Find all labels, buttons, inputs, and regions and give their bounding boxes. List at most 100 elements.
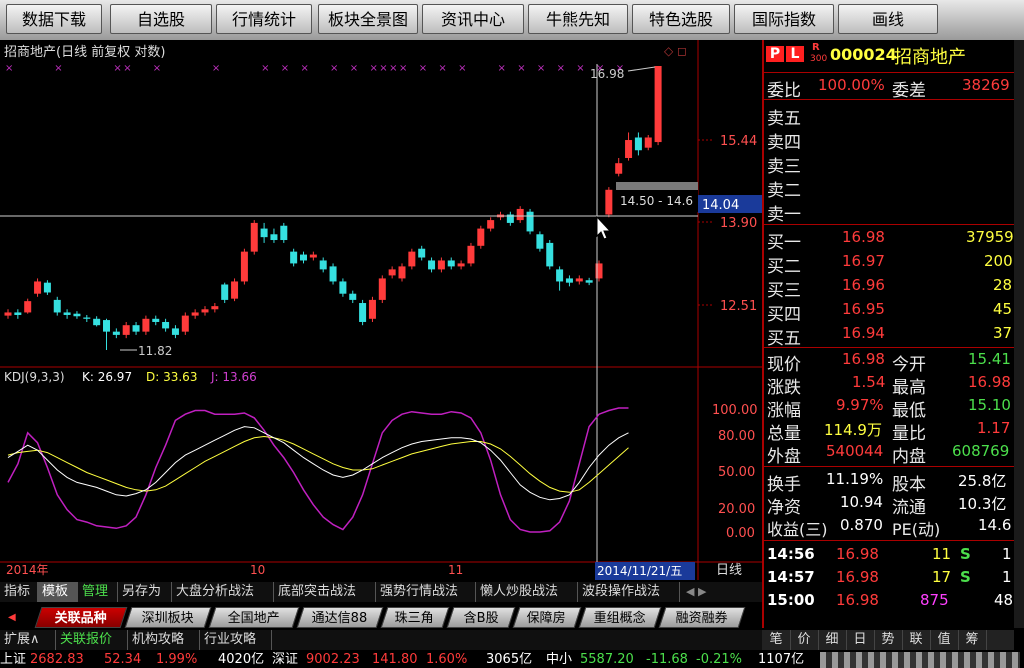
- event-marker-icon[interactable]: ×: [389, 63, 397, 74]
- candle-body[interactable]: [615, 163, 623, 174]
- tab-pearl-river-delta[interactable]: 珠三角: [380, 607, 450, 628]
- event-marker-icon[interactable]: ×: [438, 63, 446, 74]
- event-marker-icon[interactable]: ×: [576, 63, 584, 74]
- data-download-button[interactable]: 数据下载: [6, 4, 102, 34]
- candle-body[interactable]: [428, 260, 436, 270]
- tab-market-analysis[interactable]: 大盘分析战法: [172, 582, 274, 602]
- candle-body[interactable]: [477, 228, 485, 246]
- bull-bear-button[interactable]: 牛熊先知: [528, 4, 628, 34]
- candle-body[interactable]: [4, 312, 12, 316]
- candle-body[interactable]: [447, 260, 455, 267]
- tab-tdx88[interactable]: 通达信88: [296, 607, 384, 628]
- bid-level-5[interactable]: 买五 16.94 37: [764, 323, 1014, 349]
- candle-body[interactable]: [181, 315, 189, 332]
- tab-restructuring[interactable]: 重组概念: [578, 607, 662, 628]
- candle-body[interactable]: [359, 303, 367, 322]
- candle-body[interactable]: [270, 234, 278, 241]
- event-marker-icon[interactable]: ×: [153, 63, 161, 74]
- tab-detail[interactable]: 细: [818, 630, 847, 650]
- candle-body[interactable]: [211, 306, 219, 310]
- candle-body[interactable]: [487, 220, 495, 229]
- bid-level-1[interactable]: 买一 16.98 37959: [764, 227, 1014, 253]
- event-marker-icon[interactable]: ×: [419, 63, 427, 74]
- chart-area[interactable]: 招商地产(日线 前复权 对数) ◇ ◻ 15.44 13.90 12.51 × ×…: [0, 40, 762, 598]
- event-marker-icon[interactable]: ×: [537, 63, 545, 74]
- event-marker-icon[interactable]: ×: [261, 63, 269, 74]
- draw-line-button[interactable]: 画线: [838, 4, 938, 34]
- candle-body[interactable]: [546, 242, 554, 267]
- candle-body[interactable]: [378, 278, 386, 300]
- candle-body[interactable]: [329, 266, 337, 282]
- candle-body[interactable]: [339, 281, 347, 294]
- candle-body[interactable]: [171, 328, 179, 335]
- candle-body[interactable]: [122, 325, 130, 335]
- event-marker-icon[interactable]: ×: [498, 63, 506, 74]
- candle-body[interactable]: [408, 251, 416, 267]
- candle-body[interactable]: [280, 225, 288, 241]
- candle-body[interactable]: [152, 318, 160, 322]
- candle-body[interactable]: [221, 284, 229, 300]
- intl-index-button[interactable]: 国际指数: [734, 4, 834, 34]
- tab-save-as[interactable]: 另存为: [118, 582, 172, 602]
- bid-level-3[interactable]: 买三 16.96 28: [764, 275, 1014, 301]
- candle-body[interactable]: [457, 263, 465, 267]
- tabs-scroll-arrows[interactable]: ◀ ▶: [686, 585, 706, 598]
- candle-body[interactable]: [240, 251, 248, 282]
- candle-body[interactable]: [132, 325, 140, 332]
- tab-linked[interactable]: 联: [902, 630, 931, 650]
- sector-panorama-button[interactable]: 板块全景图: [318, 4, 418, 34]
- bid-level-2[interactable]: 买二 16.97 200: [764, 251, 1014, 277]
- tab-trend[interactable]: 势: [874, 630, 903, 650]
- candle-body[interactable]: [112, 331, 120, 335]
- event-marker-icon[interactable]: ×: [330, 63, 338, 74]
- candle-body[interactable]: [654, 66, 662, 143]
- candle-body[interactable]: [142, 318, 150, 332]
- event-marker-icon[interactable]: ×: [379, 63, 387, 74]
- tab-value[interactable]: 值: [930, 630, 959, 650]
- tab-ticks[interactable]: 笔: [762, 630, 791, 650]
- candle-body[interactable]: [585, 280, 593, 283]
- candle-body[interactable]: [300, 254, 307, 261]
- candle-body[interactable]: [43, 282, 51, 293]
- candle-body[interactable]: [14, 312, 22, 315]
- candle-body[interactable]: [516, 208, 524, 221]
- chart-settings-icon[interactable]: ◇ ◻: [664, 44, 687, 58]
- chart-canvas[interactable]: 招商地产(日线 前复权 对数) ◇ ◻ 15.44 13.90 12.51 × ×…: [0, 40, 762, 582]
- event-marker-icon[interactable]: ×: [54, 63, 62, 74]
- tab-margin-trading[interactable]: 融资融券: [658, 607, 746, 628]
- candle-body[interactable]: [63, 312, 71, 315]
- tab-indicator[interactable]: 指标: [0, 582, 38, 602]
- candle-body[interactable]: [260, 228, 268, 238]
- candle-body[interactable]: [388, 269, 396, 276]
- candle-body[interactable]: [24, 301, 32, 313]
- tab-shenzhen-sector[interactable]: 深圳板块: [124, 607, 212, 628]
- event-marker-icon[interactable]: ×: [113, 63, 121, 74]
- event-marker-icon[interactable]: ×: [301, 63, 309, 74]
- candle-body[interactable]: [73, 313, 81, 317]
- candle-body[interactable]: [309, 254, 317, 258]
- special-selection-button[interactable]: 特色选股: [632, 4, 730, 34]
- candle-body[interactable]: [53, 299, 61, 313]
- candle-body[interactable]: [93, 318, 101, 326]
- event-marker-icon[interactable]: ×: [5, 63, 13, 74]
- tab-institution-strategy[interactable]: 机构攻略: [128, 630, 200, 650]
- candle-body[interactable]: [349, 293, 357, 300]
- candle-body[interactable]: [83, 317, 91, 319]
- event-marker-icon[interactable]: ×: [212, 63, 220, 74]
- candle-body[interactable]: [634, 137, 642, 151]
- tab-industry-strategy[interactable]: 行业攻略: [200, 630, 272, 650]
- tab-price[interactable]: 价: [790, 630, 819, 650]
- news-center-button[interactable]: 资讯中心: [422, 4, 524, 34]
- candle-body[interactable]: [575, 278, 583, 282]
- candle-body[interactable]: [625, 140, 633, 158]
- bid-level-4[interactable]: 买四 16.95 45: [764, 299, 1014, 325]
- candle-body[interactable]: [201, 309, 209, 313]
- candle-body[interactable]: [526, 211, 534, 232]
- candle-body[interactable]: [368, 299, 376, 319]
- tab-affordable-housing[interactable]: 保障房: [512, 607, 582, 628]
- tab-lazy-trading[interactable]: 懒人炒股战法: [476, 582, 578, 602]
- candle-body[interactable]: [319, 260, 327, 270]
- candle-body[interactable]: [250, 222, 258, 252]
- event-marker-icon[interactable]: ×: [281, 63, 289, 74]
- candle-body[interactable]: [418, 248, 426, 258]
